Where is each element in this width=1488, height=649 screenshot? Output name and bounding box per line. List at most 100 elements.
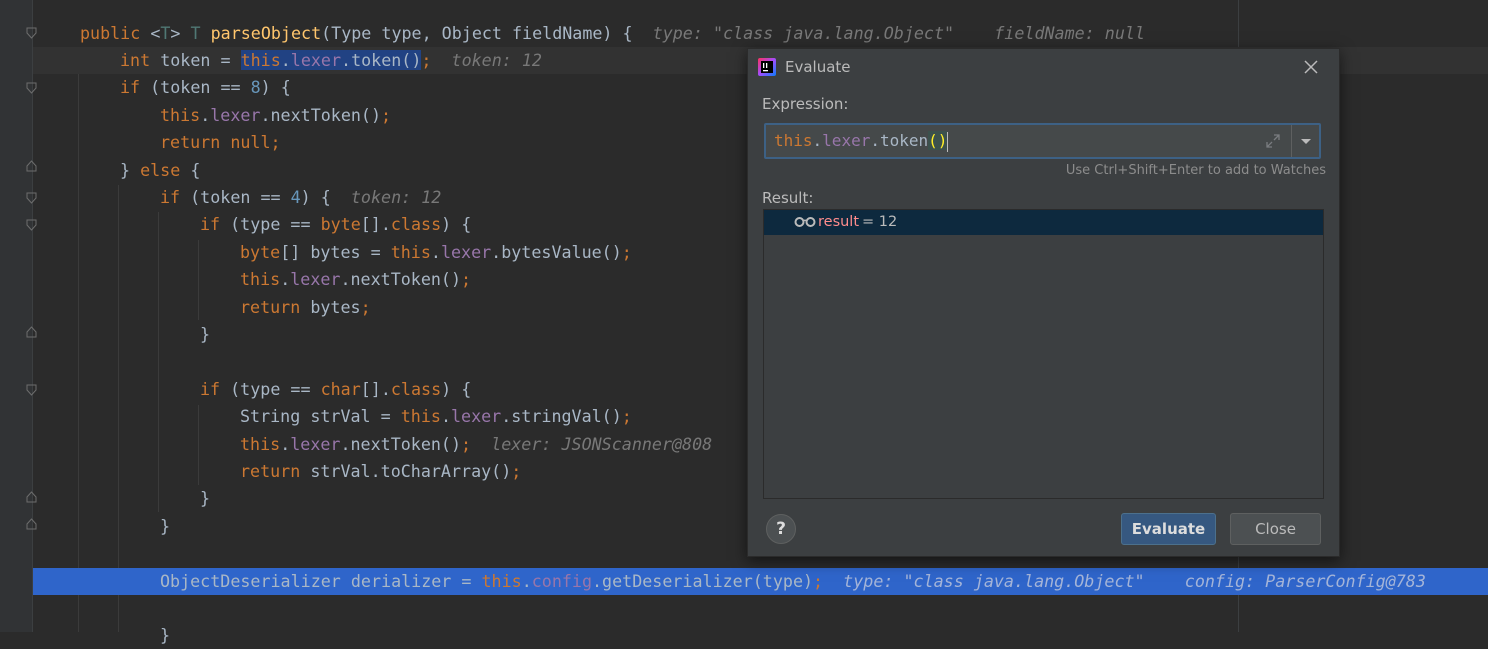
code-text: }	[200, 321, 210, 348]
watches-shortcut-hint: Use Ctrl+Shift+Enter to add to Watches	[1065, 163, 1326, 178]
code-line[interactable]: public <T> T parseObject(Type type, Obje…	[33, 20, 1488, 47]
code-token: (type ==	[230, 214, 321, 235]
result-row[interactable]: result = 12	[764, 210, 1323, 235]
inline-debug-value: type: "class java.lang.Object" config: P…	[823, 570, 1426, 591]
code-text: public <T> T parseObject(Type type, Obje…	[80, 20, 1145, 47]
code-token: .	[440, 406, 451, 427]
code-token: (type ==	[230, 378, 321, 399]
expand-icon[interactable]	[1263, 131, 1283, 151]
code-token: .nextToken()	[340, 433, 462, 454]
code-token: ;	[461, 433, 472, 454]
editor-gutter[interactable]	[0, 0, 37, 632]
code-token: ) {	[260, 77, 291, 98]
code-token: lexer	[210, 104, 261, 125]
code-text: return null;	[160, 129, 281, 156]
code-text: this.lexer.nextToken();	[240, 266, 471, 293]
expression-text[interactable]: this.lexer.token()	[774, 125, 949, 157]
result-value: = 12	[862, 214, 898, 230]
code-token: if	[200, 378, 231, 399]
code-token: [].	[360, 378, 391, 399]
code-token: }	[120, 159, 141, 180]
code-token: char	[320, 378, 361, 399]
expression-input[interactable]: this.lexer.token()	[764, 123, 1321, 159]
code-token: this	[390, 241, 431, 262]
expression-this: this	[774, 131, 813, 150]
code-token: }	[160, 625, 171, 646]
code-token: this	[400, 406, 441, 427]
code-text: int token = this.lexer.token(); token: 1…	[120, 47, 542, 74]
code-token: parseObject	[210, 22, 322, 43]
code-token: this	[160, 104, 201, 125]
code-text: }	[160, 513, 170, 540]
code-token: lexer	[440, 241, 492, 262]
code-token: int	[120, 49, 161, 70]
code-token: }	[200, 323, 211, 344]
chevron-down-icon[interactable]	[1297, 131, 1315, 151]
code-token: class	[390, 378, 442, 399]
code-token: lexer	[450, 406, 502, 427]
code-text: }	[160, 622, 170, 649]
glasses-icon	[794, 217, 816, 227]
code-token: byte	[320, 214, 361, 235]
code-token: this	[481, 570, 522, 591]
evaluate-dialog: Evaluate Expression: this.lexer.token() …	[747, 48, 1340, 557]
code-token: ) {	[441, 378, 472, 399]
code-text: String strVal = this.lexer.stringVal();	[240, 403, 632, 430]
code-token: lexer	[290, 433, 341, 454]
code-token: bytes	[310, 296, 361, 317]
code-token: {	[190, 159, 201, 180]
code-token: return	[240, 460, 311, 481]
code-token: ) {	[300, 186, 331, 207]
code-text: ObjectDeserializer derializer = this.con…	[160, 568, 1426, 595]
code-token: this	[240, 269, 281, 290]
code-token: .	[280, 433, 291, 454]
code-token: return null;	[160, 132, 281, 153]
code-token: String strVal =	[240, 406, 401, 427]
code-token: T	[190, 22, 211, 43]
code-line[interactable]: }	[33, 622, 1488, 649]
expression-parens: ()	[928, 131, 948, 150]
code-token: <	[150, 22, 161, 43]
close-button[interactable]: Close	[1230, 513, 1321, 545]
code-text: }	[200, 485, 210, 512]
code-token: class	[390, 214, 442, 235]
code-token: ;	[621, 241, 632, 262]
expression-method: .token	[870, 131, 929, 150]
code-token: .nextToken()	[340, 269, 462, 290]
expression-field: lexer	[822, 131, 871, 150]
code-token: this	[240, 49, 281, 70]
code-token: .	[521, 570, 532, 591]
code-text: return bytes;	[240, 294, 371, 321]
code-token: ;	[511, 460, 522, 481]
inline-debug-value: type: "class java.lang.Object" fieldName…	[632, 22, 1145, 43]
code-token: .bytesValue()	[491, 241, 622, 262]
code-token: ;	[381, 104, 392, 125]
code-token: ) {	[441, 214, 472, 235]
code-token: ;	[421, 49, 432, 70]
help-button[interactable]: ?	[766, 514, 796, 544]
code-token: byte	[240, 241, 281, 262]
execution-line[interactable]: ObjectDeserializer derializer = this.con…	[33, 567, 1488, 595]
expression-label: Expression:	[762, 95, 849, 113]
close-icon[interactable]	[1301, 57, 1321, 77]
code-token: ;	[813, 570, 824, 591]
inline-debug-value: token: 12	[330, 186, 442, 207]
evaluate-button[interactable]: Evaluate	[1121, 513, 1216, 545]
code-token: .stringVal()	[501, 406, 622, 427]
code-token: .	[280, 269, 291, 290]
code-text: this.lexer.nextToken();	[160, 102, 391, 129]
code-token: (Type type, Object fieldName) {	[321, 22, 633, 43]
result-tree[interactable]: result = 12	[763, 209, 1324, 499]
code-text: if (type == byte[].class) {	[200, 211, 471, 238]
code-line[interactable]	[33, 595, 1488, 622]
inline-debug-value: lexer: JSONScanner@808	[471, 433, 713, 454]
code-text: return strVal.toCharArray();	[240, 458, 521, 485]
code-token: if	[200, 214, 231, 235]
code-token: this	[240, 433, 281, 454]
code-token: else	[140, 159, 191, 180]
code-token: lexer	[290, 49, 342, 70]
code-token: strVal.toCharArray()	[310, 460, 512, 481]
code-token: (token ==	[190, 186, 291, 207]
code-token: ;	[360, 296, 371, 317]
code-token: 4	[290, 186, 301, 207]
